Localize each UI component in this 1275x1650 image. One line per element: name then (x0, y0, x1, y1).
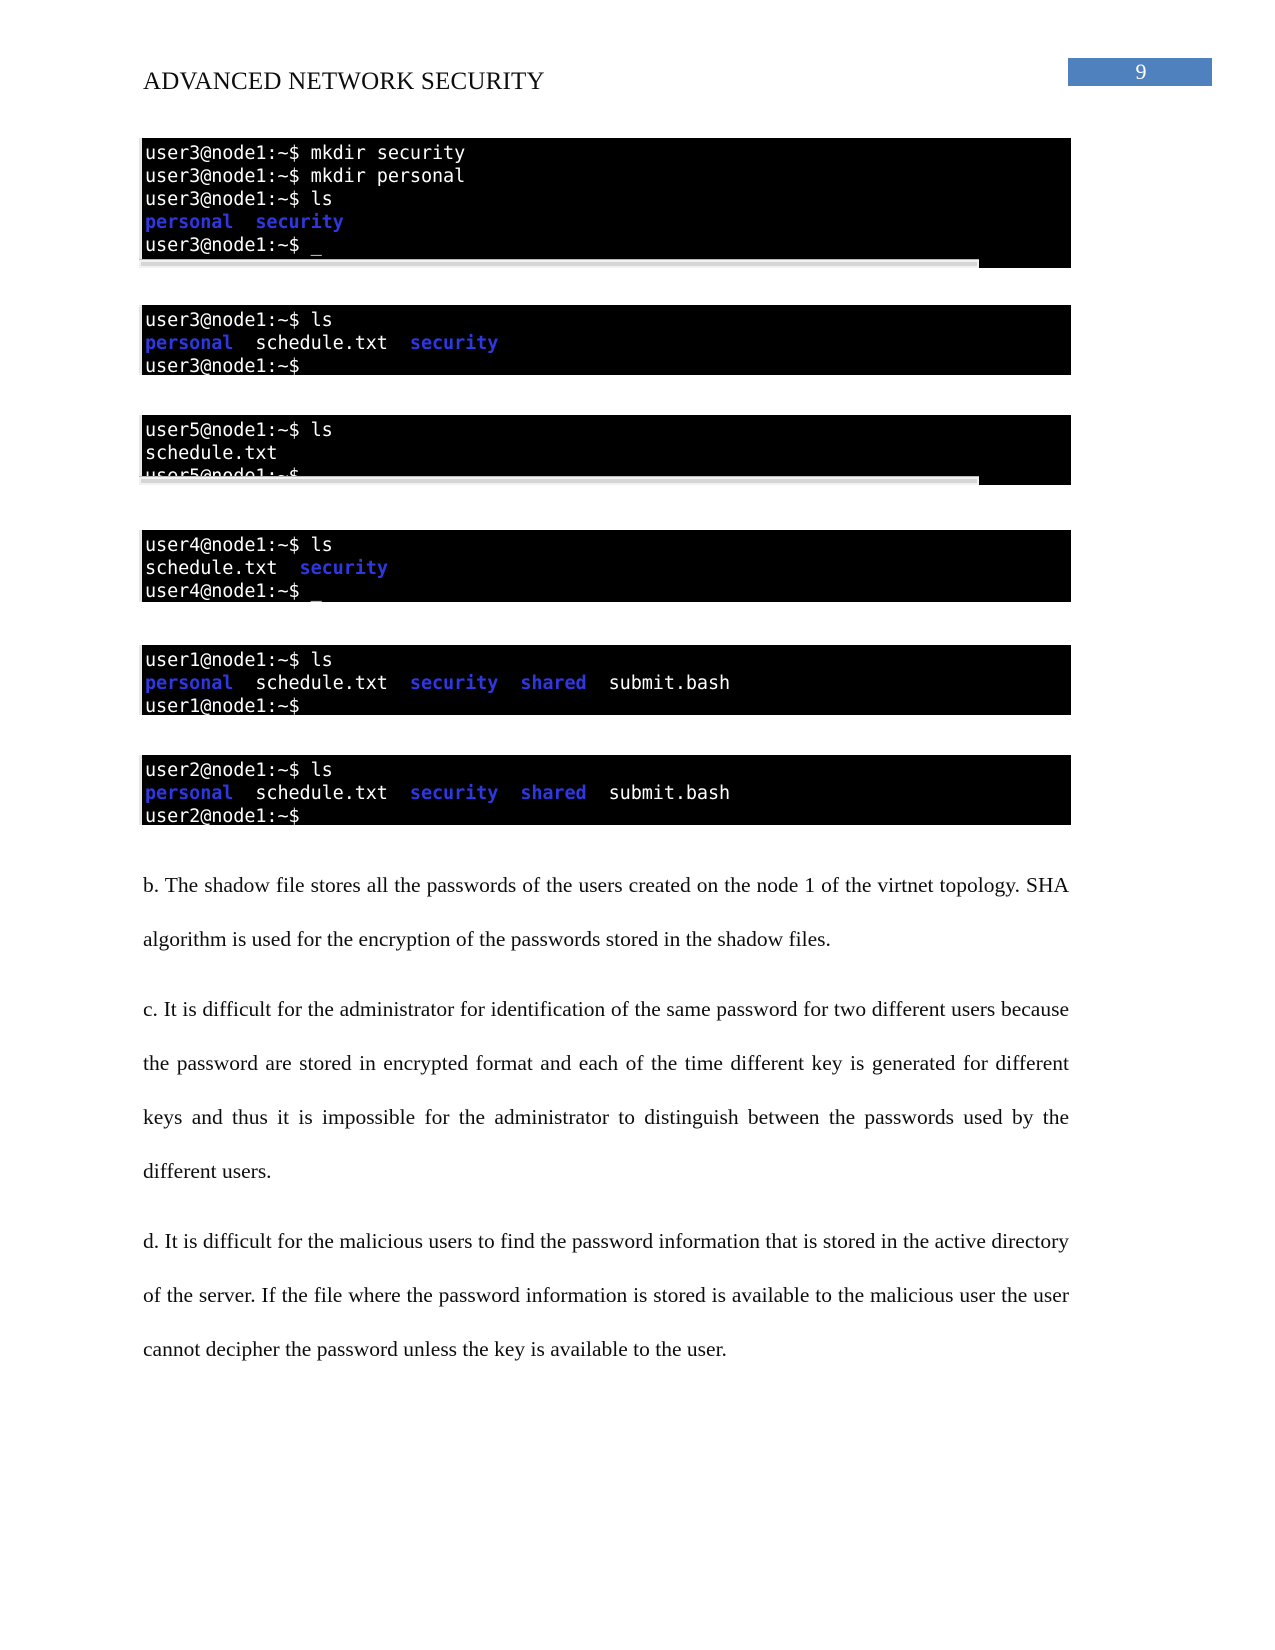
terminal-text: submit.bash (586, 673, 731, 694)
terminal-line: user1@node1:~$ _ (145, 695, 1071, 715)
terminal-line: user1@node1:~$ ls (145, 649, 1071, 672)
directory-name: shared (520, 673, 587, 694)
terminal-text: submit.bash (586, 783, 731, 804)
directory-name: security (409, 673, 499, 694)
terminal-text: user2@node1:~$ (145, 806, 311, 825)
terminal-text: schedule.txt (145, 443, 278, 464)
terminal-line: schedule.txt security (145, 557, 1071, 580)
terminal-text: user3@node1:~$ ls (145, 310, 333, 331)
terminal-output: user2@node1:~$ ls personal schedule.txt s… (145, 759, 1071, 825)
terminal-cursor: _ (310, 806, 322, 825)
directory-name: personal (145, 673, 234, 694)
terminal-text: user1@node1:~$ ls (145, 650, 333, 671)
terminal-user3-ls: user3@node1:~$ ls personal schedule.txt s… (139, 305, 1071, 375)
terminal-line: personal security (145, 211, 1071, 234)
terminal-text: user4@node1:~$ ls (145, 535, 333, 556)
terminal-line: user3@node1:~$ mkdir personal (145, 165, 1071, 188)
terminal-cursor: _ (310, 581, 322, 602)
terminal-line: user3@node1:~$ _ (145, 234, 1071, 257)
terminal-user3-mkdir: user3@node1:~$ mkdir security user3@node1… (139, 138, 1071, 268)
directory-name: personal (145, 783, 234, 804)
terminal-horizontal-scrollbar[interactable] (139, 259, 979, 268)
page-header: ADVANCED NETWORK SECURITY 9 (0, 0, 1275, 120)
paragraph: b. The shadow file stores all the passwo… (143, 873, 1069, 951)
terminal-user1-ls: user1@node1:~$ ls personal schedule.txt s… (139, 645, 1071, 715)
terminal-window-edge (139, 415, 142, 485)
terminal-text: user2@node1:~$ ls (145, 760, 333, 781)
terminal-line: user3@node1:~$ mkdir security (145, 142, 1071, 165)
terminal-window-edge (139, 138, 142, 268)
terminal-output: user3@node1:~$ mkdir security user3@node1… (145, 142, 1071, 257)
terminal-user4-ls: user4@node1:~$ ls schedule.txt security us… (139, 530, 1071, 602)
terminal-text: schedule.txt (233, 333, 410, 354)
terminal-line: schedule.txt (145, 442, 1071, 465)
paragraph: c. It is difficult for the administrator… (143, 997, 1069, 1183)
document-page: ADVANCED NETWORK SECURITY 9 user3@node1:… (0, 0, 1275, 1650)
terminal-text: user5@node1:~$ ls (145, 420, 333, 441)
directory-name: personal (145, 212, 234, 233)
terminal-cursor: _ (310, 356, 322, 375)
terminal-cursor: _ (310, 696, 322, 715)
terminal-window-edge (139, 530, 142, 602)
terminal-window-edge (139, 305, 142, 375)
terminal-text: user3@node1:~$ (145, 235, 311, 256)
terminal-text: user3@node1:~$ ls (145, 189, 333, 210)
terminal-user5-ls: user5@node1:~$ lsschedule.txtuser5@node1… (139, 415, 1071, 485)
terminal-line: user4@node1:~$ ls (145, 534, 1071, 557)
directory-name: shared (520, 783, 587, 804)
terminal-text: user1@node1:~$ (145, 696, 311, 715)
directory-name: security (409, 333, 499, 354)
terminal-line: user5@node1:~$ ls (145, 419, 1071, 442)
terminal-line: personal schedule.txt security shared su… (145, 672, 1071, 695)
terminal-line: personal schedule.txt security (145, 332, 1071, 355)
terminal-user2-ls: user2@node1:~$ ls personal schedule.txt s… (139, 755, 1071, 825)
terminal-text: user4@node1:~$ (145, 581, 311, 602)
page-number-value: 9 (1135, 59, 1147, 84)
terminal-horizontal-scrollbar[interactable] (139, 476, 979, 485)
terminal-cursor: _ (310, 235, 322, 256)
terminal-line: user3@node1:~$ ls (145, 188, 1071, 211)
terminal-output: user3@node1:~$ ls personal schedule.txt s… (145, 309, 1071, 375)
terminal-window-edge (139, 755, 142, 825)
terminal-text: user3@node1:~$ mkdir personal (145, 166, 466, 187)
terminal-text: user3@node1:~$ (145, 356, 311, 375)
terminal-output: user4@node1:~$ ls schedule.txt security us… (145, 534, 1071, 602)
terminal-text: schedule.txt (145, 558, 300, 579)
terminal-line: user2@node1:~$ _ (145, 805, 1071, 825)
page-number-badge: 9 (1068, 58, 1212, 86)
directory-name: security (409, 783, 499, 804)
terminal-line: personal schedule.txt security shared su… (145, 782, 1071, 805)
terminal-line: user3@node1:~$ ls (145, 309, 1071, 332)
directory-name: security (299, 558, 388, 579)
terminal-text: schedule.txt (233, 673, 410, 694)
terminal-text: user3@node1:~$ mkdir security (145, 143, 466, 164)
paragraph: d. It is difficult for the malicious use… (143, 1229, 1069, 1361)
directory-name: personal (145, 333, 234, 354)
page-title: ADVANCED NETWORK SECURITY (143, 68, 545, 95)
terminal-line: user4@node1:~$ _ (145, 580, 1071, 602)
terminal-text: schedule.txt (233, 783, 410, 804)
terminal-output: user1@node1:~$ ls personal schedule.txt s… (145, 649, 1071, 715)
body-text-block: b. The shadow file stores all the passwo… (143, 858, 1069, 1376)
directory-name: security (255, 212, 344, 233)
terminal-line: user2@node1:~$ ls (145, 759, 1071, 782)
terminal-window-edge (139, 645, 142, 715)
terminal-line: user3@node1:~$ _ (145, 355, 1071, 375)
